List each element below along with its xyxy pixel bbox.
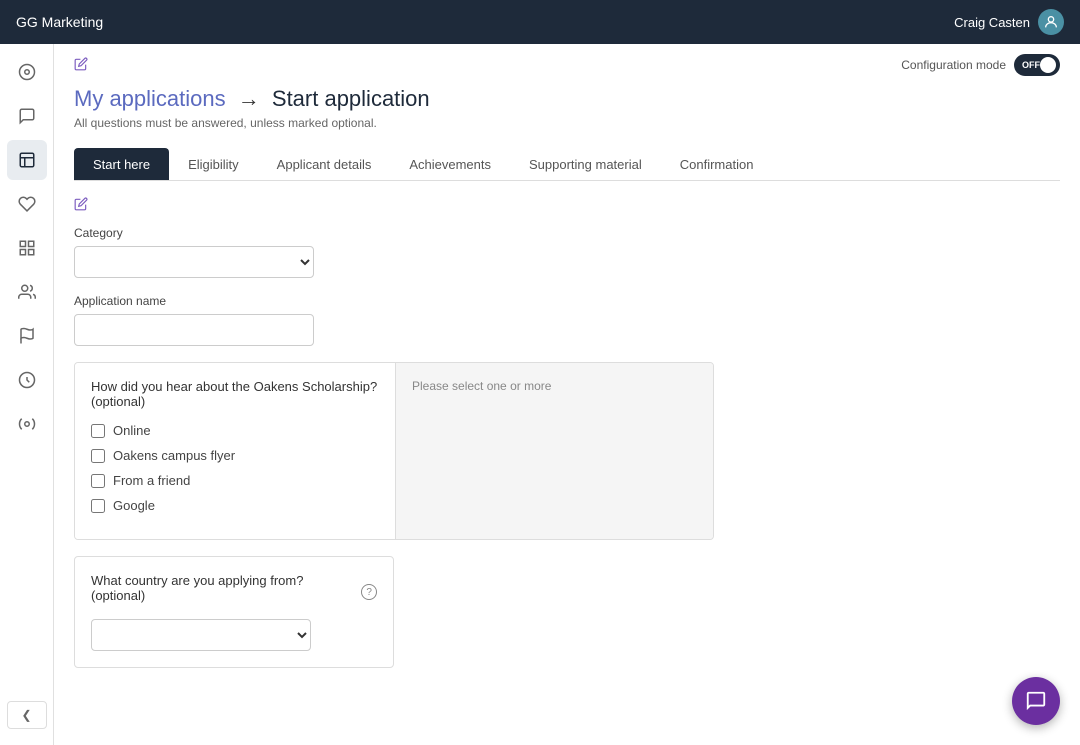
edit-icon-header[interactable] <box>74 57 88 74</box>
application-name-input[interactable] <box>74 314 314 346</box>
sidebar-collapse-button[interactable]: ❮ <box>7 701 47 729</box>
country-help-icon[interactable]: ? <box>361 584 377 600</box>
checkbox-friend: From a friend <box>91 473 379 488</box>
checkbox-google-input[interactable] <box>91 499 105 513</box>
scholarship-question-left: How did you hear about the Oakens Schola… <box>75 363 395 539</box>
toggle-label: OFF <box>1022 60 1040 70</box>
page-title-area: My applications → Start application All … <box>54 82 1080 138</box>
checkbox-flyer-input[interactable] <box>91 449 105 463</box>
sidebar-item-users[interactable] <box>7 272 47 312</box>
breadcrumb-link[interactable]: My applications <box>74 86 226 111</box>
sidebar: ❮ <box>0 44 54 745</box>
sidebar-item-dashboard[interactable] <box>7 52 47 92</box>
checkbox-flyer: Oakens campus flyer <box>91 448 379 463</box>
top-navigation: GG Marketing Craig Casten <box>0 0 1080 44</box>
sidebar-item-flag[interactable] <box>7 316 47 356</box>
tab-applicant-details[interactable]: Applicant details <box>258 148 391 180</box>
checkbox-flyer-label[interactable]: Oakens campus flyer <box>113 448 235 463</box>
checkbox-google-label[interactable]: Google <box>113 498 155 513</box>
checkbox-google: Google <box>91 498 379 513</box>
tab-start-here[interactable]: Start here <box>74 148 169 180</box>
sidebar-item-grid[interactable] <box>7 228 47 268</box>
header-bar: Configuration mode OFF <box>54 44 1080 82</box>
country-question-box: What country are you applying from? (opt… <box>74 556 394 668</box>
form-area: Category Application name How did you he… <box>54 181 1080 704</box>
application-name-label: Application name <box>74 294 1060 308</box>
tab-supporting-material[interactable]: Supporting material <box>510 148 661 180</box>
chevron-left-icon: ❮ <box>21 708 31 722</box>
toggle-switch[interactable]: OFF <box>1014 54 1060 76</box>
scholarship-placeholder: Please select one or more <box>412 379 697 393</box>
country-select[interactable] <box>91 619 311 651</box>
tab-confirmation[interactable]: Confirmation <box>661 148 773 180</box>
user-avatar <box>1038 9 1064 35</box>
tab-eligibility[interactable]: Eligibility <box>169 148 258 180</box>
category-label: Category <box>74 226 1060 240</box>
toggle-knob <box>1040 57 1056 73</box>
scholarship-question-title: How did you hear about the Oakens Schola… <box>91 379 379 409</box>
form-subtitle: All questions must be answered, unless m… <box>74 116 1060 130</box>
checkbox-online-label[interactable]: Online <box>113 423 151 438</box>
sidebar-item-favorites[interactable] <box>7 184 47 224</box>
scholarship-question-box: How did you hear about the Oakens Schola… <box>74 362 714 540</box>
user-name: Craig Casten <box>954 15 1030 30</box>
tab-achievements[interactable]: Achievements <box>390 148 510 180</box>
breadcrumb-arrow: → <box>238 86 260 111</box>
app-logo: GG Marketing <box>16 14 103 30</box>
checkbox-online-input[interactable] <box>91 424 105 438</box>
category-select[interactable] <box>74 246 314 278</box>
page-title: My applications → Start application <box>74 86 1060 112</box>
checkbox-friend-label[interactable]: From a friend <box>113 473 190 488</box>
configuration-mode-toggle[interactable]: Configuration mode OFF <box>901 54 1060 76</box>
tab-bar: Start here Eligibility Applicant details… <box>74 148 1060 181</box>
chat-button[interactable] <box>1012 677 1060 725</box>
sidebar-item-messages[interactable] <box>7 96 47 136</box>
edit-icon-section[interactable] <box>74 197 1060 214</box>
sidebar-item-billing[interactable] <box>7 360 47 400</box>
application-name-field: Application name <box>74 294 1060 346</box>
country-question-title: What country are you applying from? (opt… <box>91 573 357 603</box>
sidebar-item-profile[interactable] <box>7 140 47 180</box>
checkbox-online: Online <box>91 423 379 438</box>
category-field: Category <box>74 226 1060 278</box>
breadcrumb-current: Start application <box>272 86 430 111</box>
main-content: Configuration mode OFF My applications →… <box>54 44 1080 745</box>
user-menu[interactable]: Craig Casten <box>954 9 1064 35</box>
sidebar-item-settings[interactable] <box>7 404 47 444</box>
checkbox-friend-input[interactable] <box>91 474 105 488</box>
config-mode-label: Configuration mode <box>901 58 1006 72</box>
scholarship-question-right: Please select one or more <box>395 363 713 539</box>
